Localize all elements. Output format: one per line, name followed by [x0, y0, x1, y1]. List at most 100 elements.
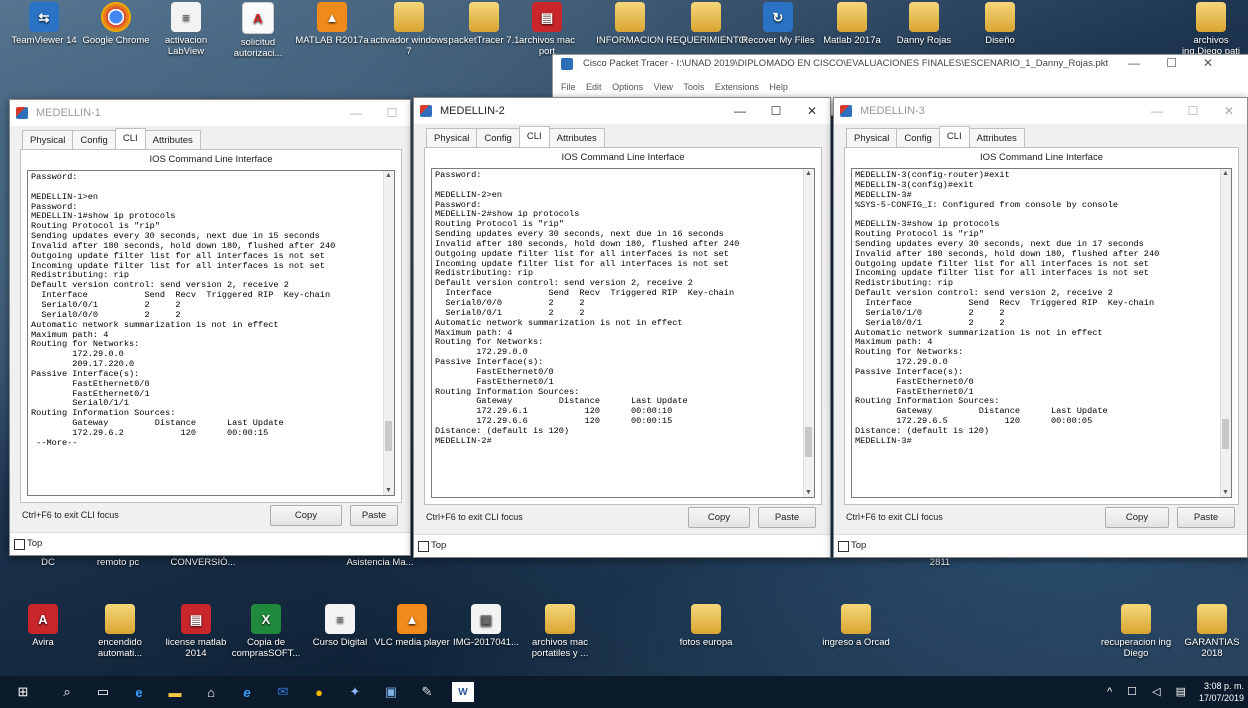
folder-icon [691, 2, 721, 32]
desktop-icon-chrome[interactable]: Google Chrome [76, 2, 156, 46]
router-window-medellin-3[interactable]: MEDELLIN-3 — ☐ ✕ Physical Config CLI Att… [833, 97, 1248, 558]
menu-options[interactable]: Options [612, 82, 643, 92]
close-button[interactable]: ✕ [1211, 98, 1247, 124]
word-icon[interactable]: W [452, 682, 474, 702]
desktop-label-asistencia[interactable]: Asistencia Ma... [340, 557, 420, 568]
menu-tools[interactable]: Tools [683, 82, 704, 92]
scroll-up-icon[interactable]: ▲ [385, 172, 392, 179]
desktop-label-remoto[interactable]: remoto pc [88, 557, 148, 568]
ios-cli-title: IOS Command Line Interface [979, 152, 1104, 163]
folder-icon [1196, 2, 1226, 32]
close-button[interactable]: ✕ [794, 98, 830, 124]
scroll-down-icon[interactable]: ▼ [805, 489, 812, 496]
system-tray[interactable]: ^ ☐ ◁ ▤ [1107, 685, 1192, 698]
desktop-icon-archivos-diego[interactable]: archivos ing.Diego pati [1176, 2, 1246, 57]
paste-button[interactable]: Paste [350, 505, 398, 526]
desktop-icon-archivos-mac-portatiles[interactable]: archivos mac portatiles y ... [520, 604, 600, 659]
menu-help[interactable]: Help [769, 82, 788, 92]
copy-button[interactable]: Copy [688, 507, 750, 528]
desktop-icon-recuperacion[interactable]: recuperacion ing Diego [1096, 604, 1176, 659]
desktop-icon-requerimiento[interactable]: REQUERIMIENTO [666, 2, 746, 46]
desktop-icon-recover[interactable]: ↻ Recover My Files [738, 2, 818, 46]
scroll-up-icon[interactable]: ▲ [1222, 170, 1229, 177]
top-checkbox[interactable] [838, 541, 849, 552]
top-checkbox[interactable] [14, 539, 25, 550]
desktop-label-conversio[interactable]: CONVERSIÓ... [168, 557, 238, 568]
desktop-icon-danny[interactable]: Danny Rojas [884, 2, 964, 46]
search-icon[interactable]: ⌕ [56, 682, 78, 702]
clock[interactable]: 3:08 p. m. 17/07/2019 [1199, 680, 1244, 704]
desktop-icon-diseno[interactable]: Diseño [960, 2, 1040, 46]
tab-cli[interactable]: CLI [938, 126, 970, 148]
store-icon[interactable]: ⌂ [200, 682, 222, 702]
scroll-thumb[interactable] [805, 427, 812, 457]
minimize-button[interactable]: — [1139, 98, 1175, 124]
cli-scrollbar[interactable]: ▲ ▼ [383, 171, 394, 495]
desktop-icon-orcad[interactable]: ingreso a Orcad [816, 604, 896, 648]
minimize-button[interactable]: — [338, 100, 374, 126]
minimize-button[interactable]: — [722, 98, 758, 124]
desktop-icon-vlc[interactable]: ▲ VLC media player [372, 604, 452, 648]
desktop-icon-activador[interactable]: activador windows 7 [369, 2, 449, 57]
desktop-icon-matlab[interactable]: ▲ MATLAB R2017a [292, 2, 372, 46]
paste-button[interactable]: Paste [1177, 507, 1235, 528]
desktop-icon-solicitud[interactable]: Asolicitud autorizaci... [218, 2, 298, 59]
desktop-icon-license-matlab[interactable]: ▤ license matlab 2014 [156, 604, 236, 659]
menu-view[interactable]: View [654, 82, 673, 92]
copy-button[interactable]: Copy [1105, 507, 1169, 528]
router-window-medellin-1[interactable]: MEDELLIN-1 — ☐ Physical Config CLI Attri… [9, 99, 411, 556]
desktop-icon-matlab2017[interactable]: Matlab 2017a [812, 2, 892, 46]
desktop-icon-copia-compras[interactable]: X Copia de comprasSOFT... [226, 604, 306, 659]
desktop-icon-avira[interactable]: A Avira [8, 604, 78, 648]
desktop-icon-archivos-mac[interactable]: ▤ archivos mac port [512, 2, 582, 57]
document-icon: ≡ [325, 604, 355, 634]
menu-edit[interactable]: Edit [586, 82, 602, 92]
menu-file[interactable]: File [561, 82, 576, 92]
cli-terminal[interactable]: Password: MEDELLIN-2>en Password: MEDELL… [431, 168, 815, 498]
cli-output[interactable]: Password: MEDELLIN-2>en Password: MEDELL… [432, 169, 814, 447]
scroll-thumb[interactable] [1222, 419, 1229, 449]
cli-scrollbar[interactable]: ▲ ▼ [803, 169, 814, 497]
scroll-thumb[interactable] [385, 421, 392, 451]
cli-output[interactable]: MEDELLIN-3(config-router)#exit MEDELLIN-… [852, 169, 1231, 447]
cli-terminal[interactable]: MEDELLIN-3(config-router)#exit MEDELLIN-… [851, 168, 1232, 498]
task-view-icon[interactable]: ▭ [92, 682, 114, 702]
paint-icon[interactable]: ✎ [416, 682, 438, 702]
desktop-icon-informacion[interactable]: INFORMACION [590, 2, 670, 46]
ie-icon[interactable]: e [236, 682, 258, 702]
desktop-icon-img[interactable]: ▣ IMG-2017041... [446, 604, 526, 648]
chrome-icon[interactable]: ● [308, 682, 330, 702]
photos-icon[interactable]: ▣ [380, 682, 402, 702]
edge-icon[interactable]: e [128, 682, 150, 702]
top-checkbox[interactable] [418, 541, 429, 552]
cli-output[interactable]: Password: MEDELLIN-1>en Password: MEDELL… [28, 171, 394, 449]
maximize-button[interactable]: ☐ [374, 100, 410, 126]
cli-terminal[interactable]: Password: MEDELLIN-1>en Password: MEDELL… [27, 170, 395, 496]
tab-cli[interactable]: CLI [518, 126, 550, 148]
paste-button[interactable]: Paste [758, 507, 816, 528]
chrome-icon [101, 2, 131, 32]
scroll-up-icon[interactable]: ▲ [805, 170, 812, 177]
scroll-down-icon[interactable]: ▼ [385, 487, 392, 494]
copy-button[interactable]: Copy [270, 505, 342, 526]
desktop-label-dc[interactable]: DC [18, 557, 78, 568]
clock-time: 3:08 p. m. [1203, 681, 1244, 691]
outlook-icon[interactable]: ✉ [272, 682, 294, 702]
desktop-icon-encendido[interactable]: encendido automati... [80, 604, 160, 659]
maximize-button[interactable]: ☐ [1175, 98, 1211, 124]
cli-scrollbar[interactable]: ▲ ▼ [1220, 169, 1231, 497]
desktop-icon-fotos-europa[interactable]: fotos europa [666, 604, 746, 648]
file-explorer-icon[interactable]: ▬ [164, 682, 186, 702]
window-controls[interactable]: —☐✕ [1128, 56, 1239, 70]
desktop-icon-curso-digital[interactable]: ≡ Curso Digital [300, 604, 380, 648]
desktop-icon-labview[interactable]: ≡ activacion LabView [146, 2, 226, 57]
cisco-icon[interactable]: ✦ [344, 682, 366, 702]
desktop-icon-garantias[interactable]: GARANTIAS 2018 [1178, 604, 1246, 659]
desktop-icon-teamviewer[interactable]: ⇆ TeamViewer 14 [4, 2, 84, 46]
menu-extensions[interactable]: Extensions [715, 82, 759, 92]
router-window-medellin-2[interactable]: MEDELLIN-2 — ☐ ✕ Physical Config CLI Att… [413, 97, 831, 558]
scroll-down-icon[interactable]: ▼ [1222, 489, 1229, 496]
maximize-button[interactable]: ☐ [758, 98, 794, 124]
tab-cli[interactable]: CLI [114, 128, 146, 150]
windows-start-icon[interactable]: ⊞ [12, 682, 34, 702]
